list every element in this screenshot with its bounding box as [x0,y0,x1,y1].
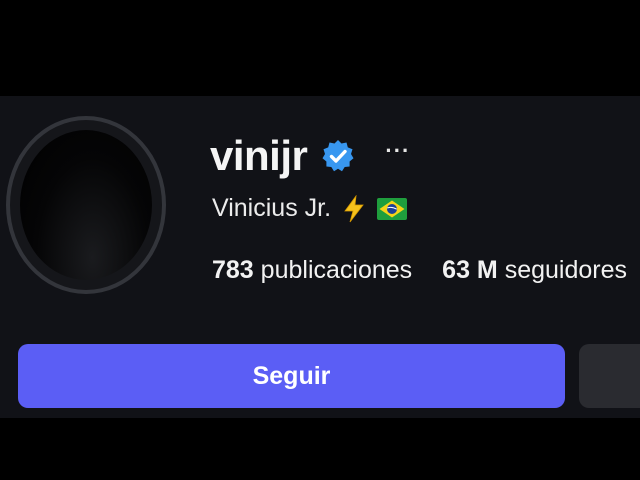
stat-posts-value: 783 [212,256,254,284]
message-button[interactable] [579,344,640,408]
avatar-image [20,130,152,280]
brazil-flag-icon [377,197,408,220]
username-row: vinijr ··· [210,130,410,182]
stat-posts[interactable]: 783 publicaciones [212,256,412,285]
more-options-icon[interactable]: ··· [385,138,410,164]
fullname-row: Vinicius Jr. [212,194,408,223]
verified-badge-icon [321,139,355,173]
stat-followers-value: 63 M [442,256,498,284]
follow-button[interactable]: Seguir [18,344,565,408]
stat-posts-label: publicaciones [260,256,413,284]
full-name: Vinicius Jr. [212,194,332,222]
avatar[interactable] [6,116,166,294]
profile-header: vinijr ··· Vinicius Jr. 783 publicacione… [0,96,640,418]
username: vinijr [210,132,308,179]
stats-row: 783 publicaciones 63 M seguidores [212,256,640,285]
bolt-icon [343,194,365,223]
stat-followers[interactable]: 63 M seguidores [442,256,627,285]
stat-followers-label: seguidores [504,256,628,284]
